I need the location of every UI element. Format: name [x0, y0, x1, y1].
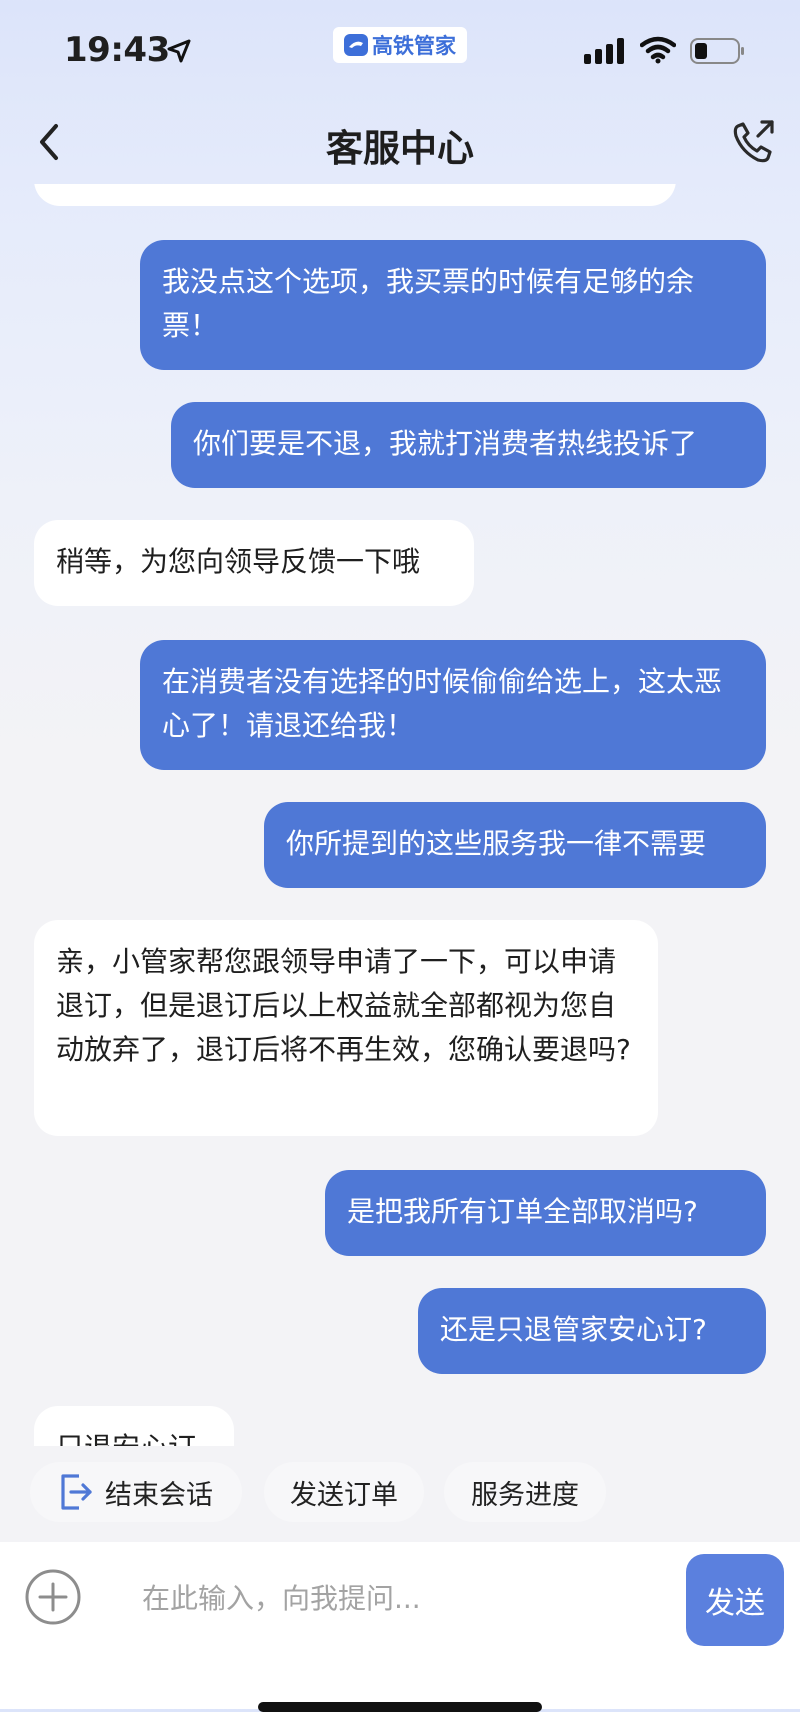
user-message-bubble: 在消费者没有选择的时候偷偷给选上，这太恶心了！请退还给我！	[140, 640, 766, 770]
agent-message-bubble: 稍等，为您向领导反馈一下哦	[34, 520, 474, 606]
location-arrow-icon	[167, 39, 191, 63]
wifi-icon	[640, 36, 676, 64]
send-order-label: 发送订单	[290, 1479, 398, 1511]
quick-actions-bar: 结束会话 发送订单 服务进度	[0, 1446, 800, 1542]
previous-message-bubble	[34, 184, 676, 206]
service-progress-label: 服务进度	[471, 1479, 579, 1511]
signal-icon	[584, 38, 624, 64]
user-message-bubble: 你所提到的这些服务我一律不需要	[264, 802, 766, 888]
chat-list[interactable]: 我没点这个选项，我买票的时候有足够的余票！ 你们要是不退，我就打消费者热线投诉了…	[0, 184, 800, 1446]
service-progress-button[interactable]: 服务进度	[444, 1462, 606, 1522]
app-logo-icon	[344, 34, 368, 56]
user-message-bubble: 是把我所有订单全部取消吗?	[325, 1170, 766, 1256]
user-message-bubble: 还是只退管家安心订?	[418, 1288, 766, 1374]
exit-icon	[61, 1474, 92, 1510]
end-session-button[interactable]: 结束会话	[30, 1462, 242, 1522]
home-indicator	[258, 1702, 542, 1712]
status-time: 19:43	[64, 30, 170, 70]
agent-message-bubble: 只退安心订	[34, 1406, 234, 1446]
end-session-label: 结束会话	[105, 1479, 213, 1511]
input-bar: 发送	[0, 1542, 800, 1712]
message-input[interactable]	[112, 1562, 672, 1634]
app-badge-label: 高铁管家	[372, 34, 456, 58]
app-badge[interactable]: 高铁管家	[333, 27, 467, 63]
status-bar: 19:43 高铁管家	[0, 0, 800, 100]
send-button[interactable]: 发送	[686, 1554, 784, 1646]
agent-message-bubble: 亲，小管家帮您跟领导申请了一下，可以申请退订，但是退订后以上权益就全部都视为您自…	[34, 920, 658, 1136]
plus-circle-icon[interactable]	[24, 1568, 82, 1626]
send-order-button[interactable]: 发送订单	[264, 1462, 424, 1522]
page-title: 客服中心	[326, 127, 474, 170]
nav-bar: 客服中心	[0, 100, 800, 184]
battery-icon	[690, 38, 744, 64]
user-message-bubble: 你们要是不退，我就打消费者热线投诉了	[171, 402, 766, 488]
phone-call-icon[interactable]	[728, 116, 778, 168]
user-message-bubble: 我没点这个选项，我买票的时候有足够的余票！	[140, 240, 766, 370]
